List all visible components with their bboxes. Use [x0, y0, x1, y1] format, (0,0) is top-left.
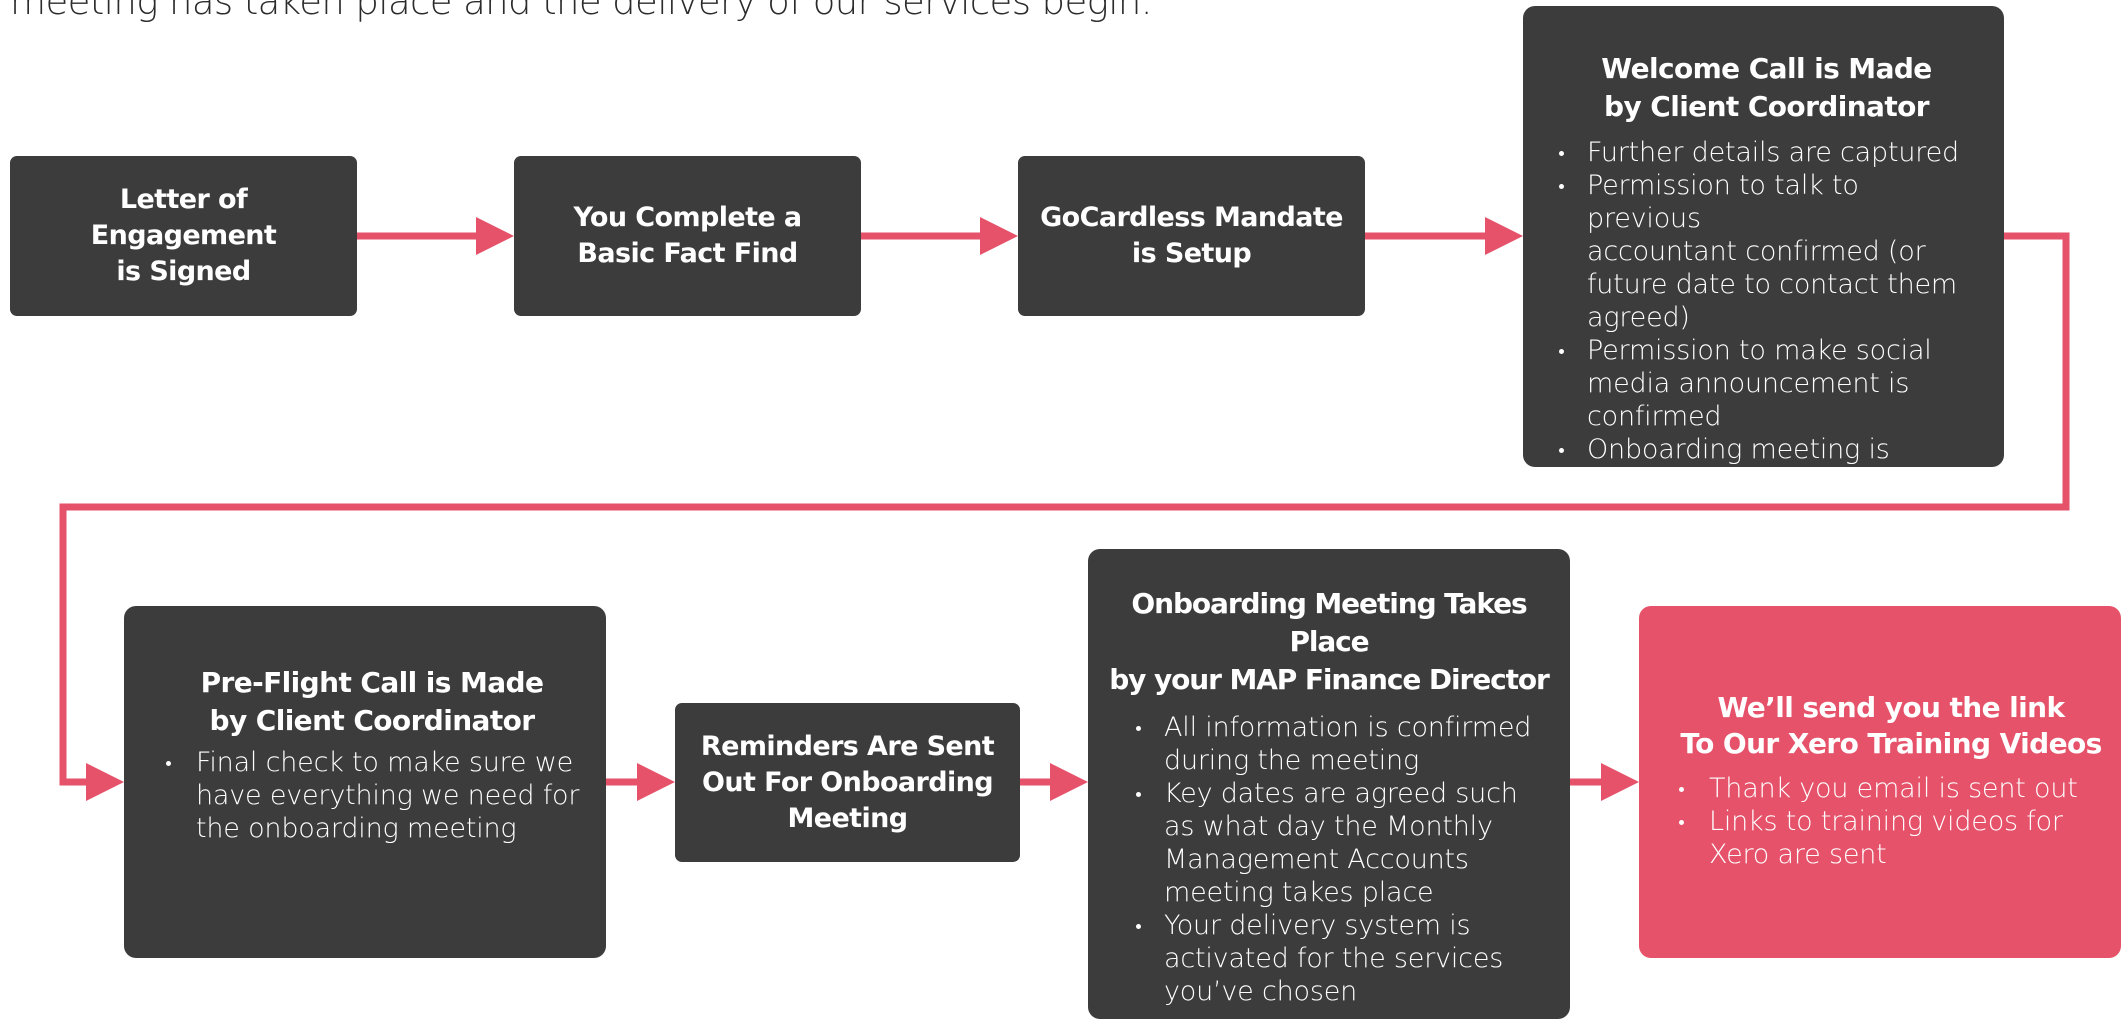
- step-details-list: All information is confirmed during the …: [1098, 711, 1560, 1008]
- step-title: Letter of Engagement is Signed: [90, 184, 277, 287]
- step-title: Reminders Are Sent Out For Onboarding Me…: [700, 730, 995, 834]
- step-title: GoCardless Mandate is Setup: [1040, 202, 1343, 269]
- step-xero-training: We’ll send you the link To Our Xero Trai…: [1639, 606, 2121, 958]
- step-title: We’ll send you the link To Our Xero Trai…: [1680, 691, 2102, 760]
- list-item-text: Further details are captured: [1587, 137, 1959, 168]
- list-item-text: Onboarding meeting is agreed: [1587, 434, 1890, 498]
- list-item-text: Links to training videos for Xero are se…: [1709, 806, 2063, 870]
- list-item-text: Your delivery system is activated for th…: [1164, 910, 1504, 1007]
- bullet-dot: [1559, 349, 1564, 354]
- list-item-text: Permission to make social media announce…: [1587, 335, 1932, 432]
- list-item: Permission to make social media announce…: [1557, 334, 1976, 433]
- list-item-text: Thank you email is sent out: [1709, 773, 2078, 804]
- list-item-text: Final check to make sure we have everyth…: [196, 747, 580, 844]
- list-item-text: Key dates are agreed such as what day th…: [1164, 778, 1518, 908]
- step-reminders: Reminders Are Sent Out For Onboarding Me…: [675, 703, 1020, 862]
- step-welcome-call: Welcome Call is Made by Client Coordinat…: [1523, 6, 2004, 498]
- list-item: Your delivery system is activated for th…: [1134, 909, 1560, 1008]
- list-item: All information is confirmed during the …: [1134, 711, 1560, 777]
- bullet-dot: [1136, 792, 1141, 797]
- arrowhead-xero: [1601, 763, 1639, 801]
- bullet-dot: [1559, 184, 1564, 189]
- step-gocardless-mandate: GoCardless Mandate is Setup: [1018, 156, 1365, 316]
- bullet-dot: [1559, 448, 1564, 453]
- step-onboarding-meeting: Onboarding Meeting Takes Place by your M…: [1088, 549, 1570, 1019]
- step-preflight-call: Pre-Flight Call is Made by Client Coordi…: [124, 606, 606, 958]
- bullet-dot: [166, 761, 171, 766]
- list-item: Thank you email is sent out: [1675, 772, 2107, 805]
- list-item: Permission to talk to previous accountan…: [1557, 169, 1976, 334]
- bullet-dot: [1559, 151, 1564, 156]
- list-item-text: All information is confirmed during the …: [1164, 712, 1532, 776]
- bullet-dot: [1136, 924, 1141, 929]
- step-title: Onboarding Meeting Takes Place by your M…: [1109, 587, 1550, 696]
- list-item: Links to training videos for Xero are se…: [1675, 805, 2107, 871]
- list-item: Onboarding meeting is agreed: [1557, 433, 1976, 499]
- step-fact-find: You Complete a Basic Fact Find: [514, 156, 861, 316]
- step-title: You Complete a Basic Fact Find: [573, 202, 802, 269]
- bullet-dot: [1679, 787, 1684, 792]
- step-details-list: Thank you email is sent out Links to tra…: [1675, 772, 2107, 871]
- step-letter-of-engagement: Letter of Engagement is Signed: [10, 156, 357, 316]
- list-item: Key dates are agreed such as what day th…: [1134, 777, 1560, 909]
- arrowhead-preflight: [86, 763, 124, 801]
- step-details-list: Final check to make sure we have everyth…: [162, 746, 582, 845]
- step-title: Pre-Flight Call is Made by Client Coordi…: [200, 666, 544, 737]
- arrowhead-welcome: [1485, 217, 1523, 255]
- list-item: Further details are captured: [1557, 136, 1976, 169]
- step-title: Welcome Call is Made by Client Coordinat…: [1601, 52, 1932, 123]
- list-item-text: Permission to talk to previous accountan…: [1587, 170, 1958, 333]
- list-item: Final check to make sure we have everyth…: [162, 746, 582, 845]
- arrowhead-reminders: [637, 763, 675, 801]
- arrowhead-onboarding: [1050, 763, 1088, 801]
- bullet-dot: [1679, 820, 1684, 825]
- bullet-dot: [1136, 726, 1141, 731]
- arrowhead-gocardless: [980, 217, 1018, 255]
- step-details-list: Further details are captured Permission …: [1557, 136, 1976, 499]
- arrowhead-factfind: [476, 217, 514, 255]
